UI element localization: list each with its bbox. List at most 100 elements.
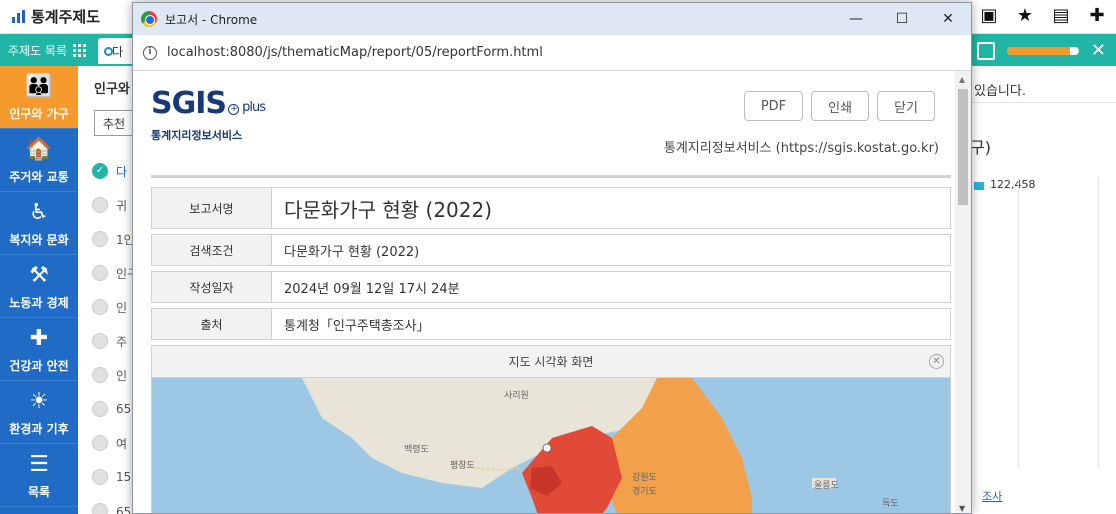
scroll-down-icon[interactable]: ▼ <box>959 504 965 513</box>
sidebar-item[interactable]: 👪 인구와 가구 <box>0 66 78 129</box>
hamburger-icon: ☰ <box>29 452 49 477</box>
sidebar-item-label: 노동과 경제 <box>9 296 69 310</box>
sidebar-item-label: 주거와 교통 <box>9 170 69 184</box>
print-button[interactable]: 인쇄 <box>811 91 870 121</box>
url-text[interactable]: localhost:8080/js/thematicMap/report/05/… <box>167 45 543 60</box>
radio-label: 다 <box>116 164 128 179</box>
radio-icon <box>92 231 108 247</box>
close-icon[interactable]: ✕ <box>1091 40 1106 61</box>
map-label: 백령도 <box>404 445 429 455</box>
plus-circle-icon: + <box>228 104 239 115</box>
map-label: 독도 <box>882 499 899 509</box>
welfare-icon: ♿ <box>29 200 49 225</box>
source-link[interactable]: 조사 <box>982 488 1002 504</box>
chart-title-fragment: 구) <box>970 138 991 157</box>
sidebar-item[interactable]: 🏠 주거와 교통 <box>0 129 78 192</box>
row-label: 보고서명 <box>152 188 272 228</box>
close-button[interactable]: 닫기 <box>877 91 935 121</box>
info-icon[interactable]: i <box>143 45 157 60</box>
menu-label: 주제도 목록 <box>8 43 68 58</box>
house-car-icon: 🏠 <box>25 137 53 162</box>
sidebar-item-label: 복지와 문화 <box>9 233 69 247</box>
star-icon[interactable]: ★ <box>1014 5 1036 26</box>
sidebar-item[interactable]: ✚ 건강과 안전 <box>0 318 78 381</box>
logo-text: SGIS <box>151 86 227 121</box>
radio-label: 15 <box>116 470 132 484</box>
check-icon: ✓ <box>92 163 108 179</box>
scroll-thumb[interactable] <box>958 89 968 205</box>
image-icon[interactable]: ▣ <box>978 5 1000 26</box>
radio-icon <box>92 197 108 213</box>
radio-icon <box>92 333 108 349</box>
window-controls: — ☐ ✕ <box>833 3 971 35</box>
window-title: 보고서 - Chrome <box>165 12 258 27</box>
app-title: 통계주제도 <box>31 8 101 26</box>
table-row: 작성일자 2024년 09월 12일 17시 24분 <box>151 271 951 303</box>
city-marker <box>542 443 552 453</box>
gridline <box>1098 178 1099 468</box>
chart-value: 122,458 <box>990 178 1036 191</box>
pdf-button[interactable]: PDF <box>743 91 804 121</box>
sidebar-item[interactable]: ☀ 환경과 기후 <box>0 381 78 444</box>
logo-plus: plus <box>242 100 266 115</box>
row-label: 작성일자 <box>152 272 272 302</box>
sidebar-item-label: 인구와 가구 <box>9 107 69 121</box>
radio-icon <box>92 299 108 315</box>
service-line: 통계지리정보서비스 (https://sgis.kostat.go.kr) <box>663 141 939 156</box>
report-name-value: 다문화가구 현황 (2022) <box>284 197 493 222</box>
map-visualization: 지도 시각화 화면 ✕ 사리원 백령도 평창도 울릉도 독도 강원도 경기도 <box>151 345 951 513</box>
created-date-value: 2024년 09월 12일 17시 24분 <box>284 281 460 297</box>
map-label: 사리원 <box>504 391 529 401</box>
radio-icon <box>92 469 108 485</box>
chart-bar <box>974 182 984 190</box>
report-popup-window: 보고서 - Chrome — ☐ ✕ i localhost:8080/js/t… <box>132 2 972 514</box>
chrome-icon <box>141 11 157 27</box>
radio-icon <box>92 367 108 383</box>
source-value: 통계청「인구주택총조사」 <box>284 318 430 334</box>
report-actions: PDF 인쇄 닫기 <box>743 91 935 121</box>
document-icon[interactable]: ▤ <box>1050 5 1072 26</box>
sidebar-item[interactable]: ♿ 복지와 문화 <box>0 192 78 255</box>
search-condition-value: 다문화가구 현황 (2022) <box>284 244 420 260</box>
sidebar-item[interactable]: ⚒ 노동과 경제 <box>0 255 78 318</box>
sidebar-item[interactable]: ☰ 목록 <box>0 444 78 507</box>
sidebar-item-label: 목록 <box>27 485 51 499</box>
map-svg <box>152 378 950 513</box>
left-sidebar: 👪 인구와 가구 🏠 주거와 교통 ♿ 복지와 문화 ⚒ 노동과 경제 ✚ 건강과 안전 ☀ 환경과 … <box>0 66 78 514</box>
radio-label: 주 <box>116 334 128 349</box>
map-label: 강원도 <box>632 473 657 483</box>
pin-icon[interactable]: ✚ <box>1086 5 1108 26</box>
opacity-progress[interactable] <box>1006 46 1079 55</box>
header-divider <box>151 175 951 178</box>
close-window-button[interactable]: ✕ <box>925 3 971 35</box>
window-title-bar[interactable]: 보고서 - Chrome — ☐ ✕ <box>133 3 971 35</box>
close-icon[interactable]: ✕ <box>929 354 944 369</box>
minimize-button[interactable]: — <box>833 3 879 35</box>
worker-icon: ⚒ <box>29 263 49 288</box>
report-info-table: 보고서명 다문화가구 현황 (2022) 검색조건 다문화가구 현황 (2022… <box>151 187 951 345</box>
table-row: 출처 통계청「인구주택총조사」 <box>151 308 951 340</box>
vertical-scrollbar[interactable]: ▲ ▼ <box>955 71 971 513</box>
logo-subtitle: 통계지리정보서비스 <box>151 129 243 142</box>
radio-label: 여 <box>116 436 128 451</box>
sgis-logo: SGIS + plus 통계지리정보서비스 <box>151 86 266 143</box>
sidebar-item-label: 건강과 안전 <box>9 359 69 373</box>
table-row: 검색조건 다문화가구 현황 (2022) <box>151 234 951 266</box>
map-header: 지도 시각화 화면 ✕ <box>152 346 950 378</box>
image-icon[interactable] <box>976 41 995 60</box>
scroll-up-icon[interactable]: ▲ <box>959 75 965 84</box>
map-title: 지도 시각화 화면 <box>508 355 594 369</box>
right-info-text: 있습니다. <box>974 84 1026 99</box>
maximize-button[interactable]: ☐ <box>879 3 925 35</box>
health-icon: ✚ <box>29 326 49 351</box>
table-row: 보고서명 다문화가구 현황 (2022) <box>151 187 951 229</box>
report-page: SGIS + plus 통계지리정보서비스 PDF 인쇄 닫기 통계지리정보서비… <box>133 71 955 513</box>
thematic-list-button[interactable]: 주제도 목록 <box>0 34 94 66</box>
people-icon: 👪 <box>25 74 53 99</box>
app-logo[interactable]: 통계주제도 <box>12 6 100 27</box>
gridline <box>1018 178 1019 468</box>
map-canvas[interactable]: 사리원 백령도 평창도 울릉도 독도 강원도 경기도 <box>152 378 950 513</box>
grid-icon <box>73 43 87 57</box>
radio-icon <box>92 401 108 417</box>
bar-chart-icon <box>12 10 25 23</box>
